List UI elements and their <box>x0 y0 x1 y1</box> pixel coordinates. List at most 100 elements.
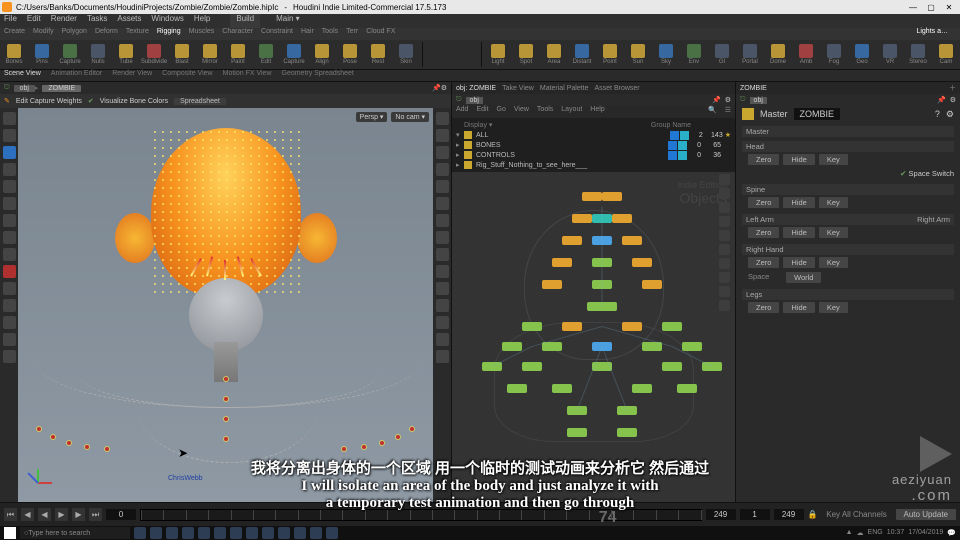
section-title[interactable]: Right Hand <box>742 244 954 255</box>
shelf-tab[interactable]: Texture <box>126 28 149 40</box>
view-icon[interactable] <box>3 197 16 210</box>
network-node[interactable] <box>632 258 652 267</box>
network-node[interactable] <box>542 280 562 289</box>
play-button[interactable]: ▶ <box>55 508 68 521</box>
notification-icon[interactable]: 💬 <box>947 529 956 537</box>
net-tool-icon[interactable] <box>719 272 730 283</box>
shelf-tool[interactable]: Bones <box>0 40 28 69</box>
shelf-tool[interactable]: Pins <box>28 40 56 69</box>
display-icon[interactable] <box>436 129 449 142</box>
gear-icon[interactable]: ⚙ <box>950 96 956 104</box>
section-title[interactable]: Head <box>742 141 954 152</box>
pin-icon[interactable]: 📌 <box>712 96 721 104</box>
shelf-tool[interactable]: Rest <box>364 40 392 69</box>
maximize-button[interactable]: ▢ <box>922 3 940 12</box>
task-icon[interactable] <box>166 527 178 539</box>
display-icon[interactable] <box>436 282 449 295</box>
network-node[interactable] <box>572 214 592 223</box>
light-tool[interactable]: Sun <box>624 40 652 69</box>
display-icon[interactable] <box>436 299 449 312</box>
pane-tab[interactable]: Composite View <box>162 70 212 81</box>
net-tool-icon[interactable] <box>719 174 730 185</box>
net-tool-icon[interactable] <box>719 216 730 227</box>
lang-indicator[interactable]: ENG <box>868 529 883 537</box>
light-tool[interactable]: Distant <box>568 40 596 69</box>
gear-icon[interactable]: ⚙ <box>725 96 731 104</box>
light-tool[interactable]: Light <box>484 40 512 69</box>
hide-button[interactable]: Hide <box>783 197 814 208</box>
visualize-checkbox-label[interactable]: Visualize Bone Colors <box>100 98 168 105</box>
net-tool-icon[interactable] <box>719 300 730 311</box>
taskbar-search[interactable]: ○ Type here to search <box>20 527 130 539</box>
network-tab[interactable]: obj: ZOMBIE <box>456 85 496 92</box>
display-icon[interactable] <box>436 350 449 363</box>
section-title[interactable]: Legs <box>742 289 954 300</box>
net-tool-icon[interactable] <box>719 286 730 297</box>
hide-button[interactable]: Hide <box>783 302 814 313</box>
network-node[interactable] <box>522 362 542 371</box>
menu-windows[interactable]: Windows <box>151 14 183 28</box>
network-node[interactable] <box>542 342 562 351</box>
net-tool-icon[interactable] <box>719 188 730 199</box>
snap-icon[interactable] <box>3 180 16 193</box>
camera-dropdown[interactable]: Persp ▾ <box>356 112 388 122</box>
shelf-tool[interactable]: Tube <box>112 40 140 69</box>
help-icon[interactable]: ? <box>935 109 940 119</box>
tool-icon[interactable] <box>3 316 16 329</box>
first-frame-button[interactable]: ⏮ <box>4 508 17 521</box>
network-node[interactable] <box>662 362 682 371</box>
gear-icon[interactable]: ⚙ <box>946 109 954 120</box>
end-frame-field[interactable]: 249 <box>706 509 736 520</box>
network-node[interactable] <box>617 406 637 415</box>
shelf-tool[interactable]: Skin <box>392 40 420 69</box>
tray-icon[interactable]: ▲ <box>846 529 853 537</box>
select-icon[interactable] <box>3 112 16 125</box>
display-icon[interactable] <box>436 112 449 125</box>
light-tool[interactable]: Spot <box>512 40 540 69</box>
network-node[interactable] <box>562 322 582 331</box>
shelf-tab[interactable]: Modify <box>33 28 54 40</box>
tree-row[interactable]: ▸Rig_Stuff_Nothing_to_see_here___ <box>456 160 731 170</box>
zero-button[interactable]: Zero <box>748 227 779 238</box>
net-menu[interactable]: View <box>514 106 529 118</box>
shelf-tab[interactable]: Deform <box>95 28 118 40</box>
shelf-tool[interactable]: Pose <box>336 40 364 69</box>
menu-assets[interactable]: Assets <box>117 14 141 28</box>
key-button[interactable]: Key <box>819 227 848 238</box>
network-tab[interactable]: Take View <box>502 85 534 92</box>
menu-file[interactable]: File <box>4 14 17 28</box>
next-frame-button[interactable]: ▶ <box>72 508 85 521</box>
task-icon[interactable] <box>150 527 162 539</box>
section-title[interactable]: Master <box>742 126 954 137</box>
shelf-tab[interactable]: Polygon <box>62 28 87 40</box>
shelf-tab[interactable]: Cloud FX <box>366 28 395 40</box>
light-tool[interactable]: VR <box>876 40 904 69</box>
key-button[interactable]: Key <box>819 154 848 165</box>
display-icon[interactable] <box>436 214 449 227</box>
net-menu[interactable]: Help <box>590 106 604 118</box>
hide-button[interactable]: Hide <box>783 154 814 165</box>
scale-icon[interactable] <box>3 163 16 176</box>
tool-icon[interactable] <box>3 282 16 295</box>
display-icon[interactable] <box>436 231 449 244</box>
menu-tasks[interactable]: Tasks <box>87 14 107 28</box>
task-icon[interactable] <box>326 527 338 539</box>
network-editor[interactable]: Indie EditionObjects <box>452 172 735 502</box>
play-back-button[interactable]: ◀ <box>38 508 51 521</box>
menu-render[interactable]: Render <box>51 14 77 28</box>
hide-button[interactable]: Hide <box>783 227 814 238</box>
light-tool[interactable]: GI <box>708 40 736 69</box>
hide-button[interactable]: Hide <box>783 257 814 268</box>
shelf-tool[interactable]: Capture <box>280 40 308 69</box>
network-node[interactable] <box>632 384 652 393</box>
light-tool[interactable]: Env <box>680 40 708 69</box>
light-tool[interactable]: Cam <box>932 40 960 69</box>
section-title[interactable]: Left ArmRight Arm <box>742 214 954 225</box>
display-icon[interactable] <box>436 163 449 176</box>
rotate-icon[interactable] <box>3 146 16 159</box>
shelf-tab[interactable]: Create <box>4 28 25 40</box>
last-frame-button[interactable]: ⏭ <box>89 508 102 521</box>
net-tool-icon[interactable] <box>719 202 730 213</box>
network-node[interactable] <box>582 192 602 201</box>
net-tool-icon[interactable] <box>719 258 730 269</box>
